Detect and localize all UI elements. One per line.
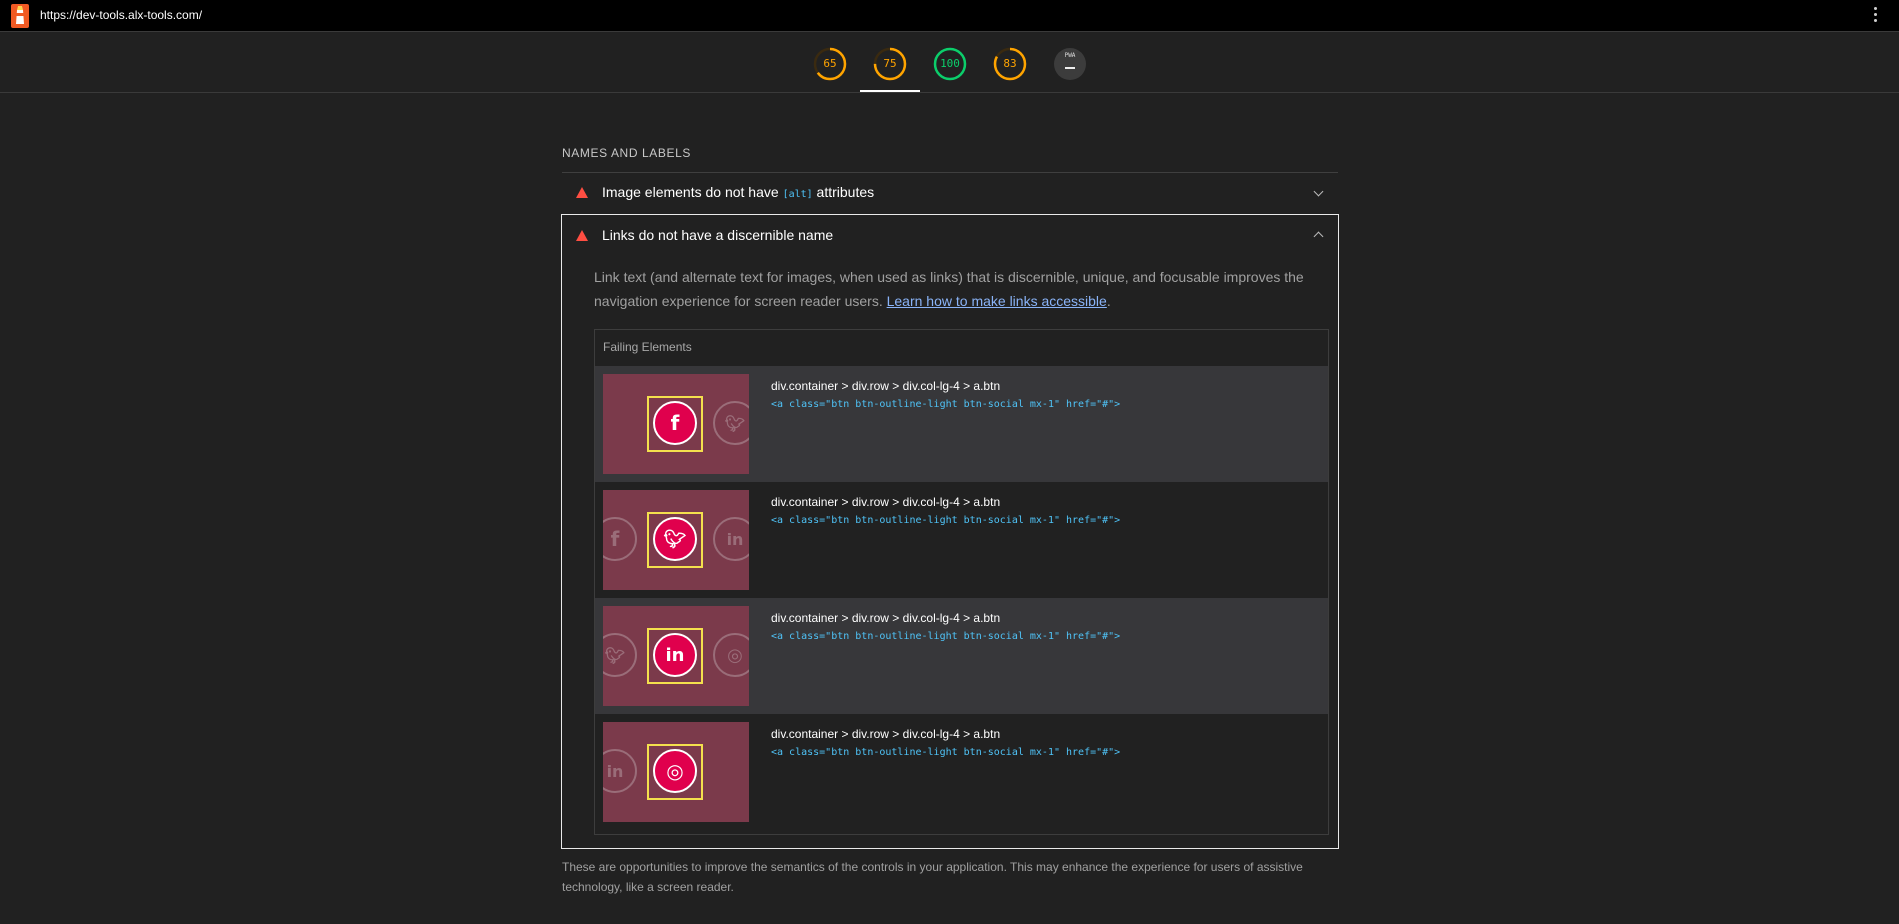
lighthouse-icon xyxy=(11,4,29,28)
linkedin-icon: in xyxy=(713,517,749,561)
node-snippet: <a class="btn btn-outline-light btn-soci… xyxy=(771,747,1121,758)
node-snippet: <a class="btn btn-outline-light btn-soci… xyxy=(771,631,1121,642)
audit-link-name-header[interactable]: Links do not have a discernible name xyxy=(562,215,1338,255)
chevron-down-icon[interactable] xyxy=(1313,186,1324,197)
gauge-score: 83 xyxy=(1003,57,1017,70)
node-selector: div.container > div.row > div.col-lg-4 >… xyxy=(771,495,1001,509)
element-screenshot: in ◎ xyxy=(603,722,749,822)
gauge-performance[interactable]: 65 xyxy=(813,47,847,81)
gauge-score: 65 xyxy=(823,57,837,70)
element-screenshot: f 🐦︎ xyxy=(603,374,749,474)
audit-link-name-expanded: Links do not have a discernible name Lin… xyxy=(561,214,1339,849)
gauge-best-practices[interactable]: 100 xyxy=(933,47,967,81)
audit-image-alt[interactable]: Image elements do not have [alt] attribu… xyxy=(562,173,1338,213)
node-selector: div.container > div.row > div.col-lg-4 >… xyxy=(771,727,1001,741)
fail-triangle-icon xyxy=(576,230,588,241)
gauge-pwa[interactable]: PWA xyxy=(1053,47,1087,81)
audit-title: Image elements do not have [alt] attribu… xyxy=(602,184,875,200)
element-screenshot: f 🐦︎ in xyxy=(603,490,749,590)
gauge-score: 100 xyxy=(940,57,960,70)
twitter-icon: 🐦︎ xyxy=(603,633,637,677)
node-snippet: <a class="btn btn-outline-light btn-soci… xyxy=(771,399,1121,410)
table-header: Failing Elements xyxy=(603,340,692,354)
element-highlight xyxy=(647,396,703,452)
page-url[interactable]: https://dev-tools.alx-tools.com/ xyxy=(40,8,202,22)
active-category-indicator xyxy=(860,90,920,92)
gauge-seo[interactable]: 83 xyxy=(993,47,1027,81)
top-bar: https://dev-tools.alx-tools.com/ xyxy=(0,0,1899,32)
pwa-label: PWA xyxy=(1064,52,1076,59)
linkedin-icon: in xyxy=(603,749,637,793)
node-snippet: <a class="btn btn-outline-light btn-soci… xyxy=(771,515,1121,526)
element-highlight xyxy=(647,744,703,800)
table-row[interactable]: f 🐦︎ in div.container > div.row > div.co… xyxy=(595,482,1328,598)
more-vert-icon[interactable] xyxy=(1874,7,1878,25)
element-highlight xyxy=(647,512,703,568)
fail-triangle-icon xyxy=(576,187,588,198)
gauge-score: 75 xyxy=(883,57,897,70)
alt-attribute-code: [alt] xyxy=(782,189,813,200)
failing-elements-table: Failing Elements f 🐦︎ div.container > di… xyxy=(594,329,1329,835)
section-title: NAMES AND LABELS xyxy=(562,146,691,160)
node-selector: div.container > div.row > div.col-lg-4 >… xyxy=(771,379,1001,393)
learn-more-link[interactable]: Learn how to make links accessible xyxy=(887,293,1107,309)
table-row[interactable]: f 🐦︎ div.container > div.row > div.col-l… xyxy=(595,366,1328,482)
score-gauges-bar: 65 75 100 83 PWA xyxy=(0,32,1899,93)
twitter-icon: 🐦︎ xyxy=(713,401,749,445)
pwa-dash-icon xyxy=(1065,67,1075,69)
facebook-icon: f xyxy=(603,517,637,561)
gauge-accessibility[interactable]: 75 xyxy=(873,47,907,81)
audit-description: Link text (and alternate text for images… xyxy=(594,269,1304,309)
table-row[interactable]: in ◎ div.container > div.row > div.col-l… xyxy=(595,714,1328,830)
element-highlight xyxy=(647,628,703,684)
group-description: These are opportunities to improve the s… xyxy=(562,860,1303,894)
element-screenshot: 🐦︎ in ◎ xyxy=(603,606,749,706)
chevron-up-icon[interactable] xyxy=(1313,231,1324,242)
dribbble-icon: ◎ xyxy=(713,633,749,677)
table-row[interactable]: 🐦︎ in ◎ div.container > div.row > div.co… xyxy=(595,598,1328,714)
node-selector: div.container > div.row > div.col-lg-4 >… xyxy=(771,611,1001,625)
audit-title: Links do not have a discernible name xyxy=(602,227,834,243)
